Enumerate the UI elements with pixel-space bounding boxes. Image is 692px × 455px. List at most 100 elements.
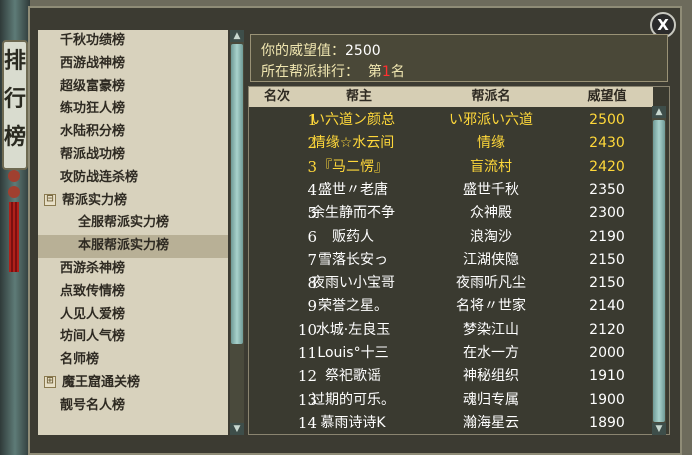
rank-prefix: 第	[367, 64, 382, 80]
faction-rank-line: 所在帮派排行： 第1名	[261, 61, 405, 81]
faction-cell: 盛世千秋	[463, 181, 519, 198]
expand-icon[interactable]: ⊞	[44, 376, 56, 389]
category-item[interactable]: 全服帮派实力榜	[38, 212, 228, 235]
category-item-label: 帮派实力榜	[62, 192, 128, 208]
tassel-ornament	[6, 170, 22, 300]
category-item-label: 西游杀神榜	[60, 260, 126, 276]
category-item[interactable]: 千秋功绩榜	[38, 30, 228, 53]
prestige-value: 2500	[345, 43, 381, 59]
faction-cell: い邪派い六道	[449, 112, 533, 128]
table-row[interactable]: 9 荣誉之星。 名将〃世家 2140	[249, 295, 653, 318]
category-item[interactable]: 帮派战功榜	[38, 144, 228, 167]
category-item-label: 练功狂人榜	[60, 101, 126, 117]
rank-value: 1	[381, 64, 391, 80]
faction-cell: 众神殿	[470, 205, 512, 222]
leader-cell: 情缘☆水云间	[311, 135, 395, 152]
category-item-label: 全服帮派实力榜	[78, 215, 170, 231]
leader-cell: 慕雨诗诗K	[320, 414, 386, 431]
table-row[interactable]: 8 夜雨い小宝哥 夜雨听凡尘 2150	[249, 272, 653, 295]
table-row[interactable]: 1 い六道ン颜总 い邪派い六道 2500	[249, 109, 653, 132]
category-item[interactable]: 超级富豪榜	[38, 76, 228, 99]
table-scrollbar[interactable]: ▲ ▼	[652, 106, 666, 435]
leader-cell: 余生静而不争	[311, 205, 395, 222]
prestige-cell: 2350	[589, 181, 625, 198]
category-item[interactable]: 坊间人气榜	[38, 326, 228, 349]
category-scrollbar[interactable]: ▲ ▼	[230, 30, 244, 435]
faction-cell: 魂归专属	[463, 391, 519, 408]
faction-cell: 盲流村	[470, 158, 512, 175]
faction-cell: 浪淘沙	[470, 228, 512, 245]
category-item[interactable]: 靓号名人榜	[38, 395, 228, 418]
table-row[interactable]: 7 雪落长安っ 江湖侠隐 2150	[249, 249, 653, 272]
scroll-down-arrow-icon[interactable]: ▼	[652, 423, 666, 435]
collapse-icon[interactable]: ⊟	[44, 194, 56, 207]
leader-cell: 夜雨い小宝哥	[311, 275, 395, 292]
faction-cell: 神秘组织	[463, 368, 519, 385]
player-info-box: 你的威望值：2500 所在帮派排行： 第1名	[250, 34, 668, 82]
category-item-label: 坊间人气榜	[60, 329, 126, 345]
header-leader: 帮主	[345, 89, 372, 104]
category-item-label: 点致传情榜	[60, 283, 126, 299]
prestige-cell: 2430	[589, 135, 625, 152]
faction-cell: 瀚海星云	[463, 414, 519, 431]
category-item[interactable]: 人见人爱榜	[38, 304, 228, 327]
leader-cell: 雪落长安っ	[318, 251, 388, 268]
table-row[interactable]: 2 情缘☆水云间 情缘 2430	[249, 132, 653, 155]
table-row[interactable]: 12 祭祀歌谣 神秘组织 1910	[249, 365, 653, 388]
table-row[interactable]: 3 『马二愣』 盲流村 2420	[249, 156, 653, 179]
banner-title: 排行榜	[2, 40, 28, 170]
leader-cell: 『马二愣』	[318, 158, 388, 175]
scroll-down-arrow-icon[interactable]: ▼	[230, 423, 244, 435]
category-item[interactable]: 攻防战连杀榜	[38, 167, 228, 190]
prestige-cell: 1890	[589, 414, 625, 431]
category-item[interactable]: ⊞ 魔王窟通关榜	[38, 372, 228, 395]
category-list: 千秋功绩榜西游战神榜超级富豪榜练功狂人榜水陆积分榜 帮派战功榜攻防战连杀榜 ⊟ 帮派实…	[38, 30, 228, 418]
scroll-up-arrow-icon[interactable]: ▲	[230, 30, 244, 42]
category-item[interactable]: 名师榜	[38, 349, 228, 372]
header-faction: 帮派名	[471, 89, 511, 104]
category-item-label: 名师榜	[60, 352, 100, 368]
table-row[interactable]: 5 余生静而不争 众神殿 2300	[249, 202, 653, 225]
faction-cell: 夜雨听凡尘	[456, 275, 526, 292]
table-row[interactable]: 4 盛世〃老唐 盛世千秋 2350	[249, 179, 653, 202]
prestige-line: 你的威望值：2500	[261, 40, 381, 60]
category-item-label: 千秋功绩榜	[60, 33, 126, 48]
scroll-up-arrow-icon[interactable]: ▲	[652, 106, 666, 118]
category-item-label: 超级富豪榜	[60, 78, 126, 94]
header-rank: 名次	[263, 89, 290, 104]
category-item[interactable]: 水陆积分榜	[38, 121, 228, 144]
scrollbar-thumb[interactable]	[231, 44, 243, 344]
leader-cell: 盛世〃老唐	[318, 181, 388, 198]
faction-cell: 情缘	[477, 135, 505, 152]
prestige-cell: 2190	[589, 228, 625, 245]
leader-cell: 过期的可乐。	[311, 391, 395, 408]
faction-cell: 在水一方	[463, 345, 519, 361]
scrollbar-thumb[interactable]	[653, 120, 665, 422]
rank-suffix: 名	[390, 64, 405, 80]
category-item[interactable]: 本服帮派实力榜	[38, 235, 228, 258]
prestige-cell: 2150	[589, 251, 625, 268]
table-row[interactable]: 11 Louis°十三 在水一方 2000	[249, 342, 653, 365]
category-item-label: 人见人爱榜	[60, 306, 126, 322]
prestige-cell: 2120	[589, 321, 625, 338]
table-row[interactable]: 14 慕雨诗诗K 瀚海星云 1890	[249, 412, 653, 434]
leader-cell: 祭祀歌谣	[325, 368, 381, 385]
category-item[interactable]: 练功狂人榜	[38, 98, 228, 121]
header-prestige: 威望值	[587, 89, 627, 104]
prestige-cell: 2150	[589, 275, 625, 292]
table-row[interactable]: 13 过期的可乐。 魂归专属 1900	[249, 389, 653, 412]
faction-cell: 梦染江山	[463, 321, 519, 338]
category-item[interactable]: 点致传情榜	[38, 281, 228, 304]
category-item-label: 攻防战连杀榜	[60, 169, 139, 185]
leader-cell: Louis°十三	[317, 345, 389, 361]
category-item[interactable]: 西游战神榜	[38, 53, 228, 76]
category-item[interactable]: 西游杀神榜	[38, 258, 228, 281]
category-item[interactable]: ⊟ 帮派实力榜	[38, 190, 228, 213]
prestige-cell: 1900	[589, 391, 625, 408]
category-item-label: 魔王窟通关榜	[62, 374, 141, 390]
prestige-cell: 1910	[589, 368, 625, 385]
leader-cell: い六道ン颜总	[311, 112, 395, 128]
table-row[interactable]: 6 贩药人 浪淘沙 2190	[249, 226, 653, 249]
table-row[interactable]: 10 水城·左良玉 梦染江山 2120	[249, 319, 653, 342]
table-header: 名次 帮主 帮派名 威望值	[249, 87, 653, 107]
